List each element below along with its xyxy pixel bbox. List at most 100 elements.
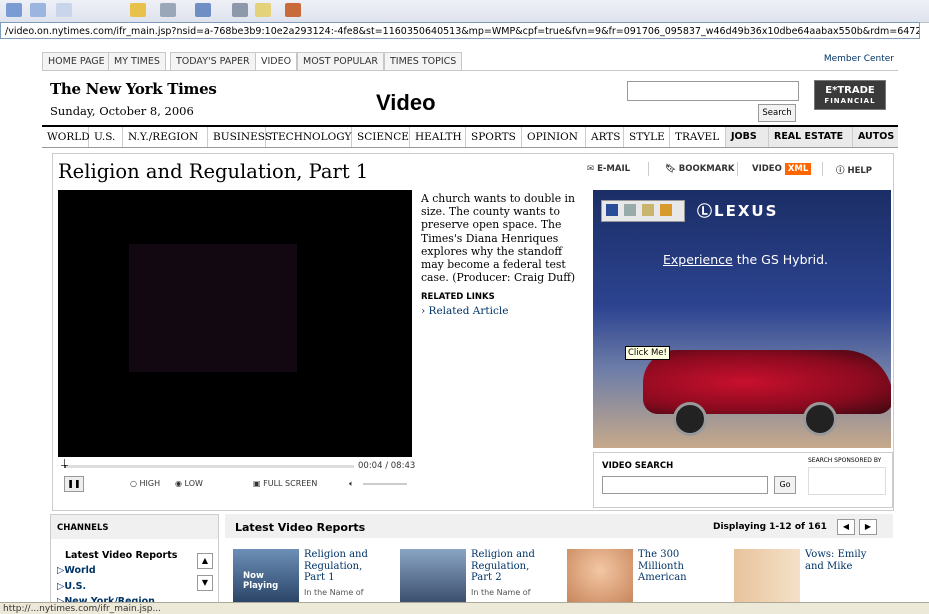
video-xml-tool[interactable]: VIDEO XML [752,163,812,175]
sponsor-box [808,467,886,495]
click-me-tooltip[interactable]: Click Me! [625,346,670,360]
pause-button[interactable]: ❚❚ [64,476,84,492]
tab-home-page[interactable]: HOME PAGE [42,52,111,70]
nav-style[interactable]: STYLE [624,127,670,147]
help-label: HELP [847,166,873,176]
progress-track[interactable] [64,465,354,468]
tab-most-popular[interactable]: MOST POPULAR [297,52,385,70]
tab-video[interactable]: VIDEO [255,52,298,70]
search-button[interactable]: Search [758,104,796,122]
latest-heading: Latest Video Reports [235,521,366,534]
nav-health[interactable]: HEALTH [410,127,466,147]
video-link[interactable]: Religion and Regulation, Part 1 [304,549,379,584]
xml-badge: XML [784,163,812,175]
nav-business[interactable]: BUSINESS [208,127,272,147]
quality-high-radio[interactable]: ○ HIGH [130,479,160,488]
print-icon[interactable] [624,204,636,216]
tab-todays-paper[interactable]: TODAY'S PAPER [170,52,256,70]
lexus-emblem-icon: Ⓛ [697,202,715,220]
video-thumbnail[interactable] [400,549,466,602]
scrubber-handle[interactable]: ⊥ [60,459,69,469]
nav-sports[interactable]: SPORTS [466,127,522,147]
fullscreen-icon: ▣ [253,479,264,488]
bookmark-icon: 🔖︎ [665,164,679,174]
tab-my-times[interactable]: MY TIMES [108,52,166,70]
video-link[interactable]: Religion and Regulation, Part 2 [471,549,546,584]
bookmark-tool[interactable]: 🔖︎ BOOKMARK [665,164,734,174]
lexus-brand: LEXUS [714,202,779,220]
nyt-logo[interactable]: The New York Times [50,80,217,98]
nav-opinion[interactable]: OPINION [522,127,586,147]
quality-low-radio[interactable]: ◉ LOW [175,479,203,488]
now-playing-badge: Now Playing [243,571,279,591]
mail-icon[interactable] [195,3,211,17]
video-subtitle: In the Name of [471,588,531,597]
info-icon[interactable] [660,204,672,216]
refresh-icon[interactable] [56,3,72,17]
scroll-up-button[interactable]: ▲ [197,553,213,569]
nav-autos[interactable]: AUTOS [853,127,898,147]
nav-arts[interactable]: ARTS [586,127,624,147]
etrade-ad[interactable]: E*TRADE FINANCIAL [814,80,886,110]
history-icon[interactable] [160,3,176,17]
lexus-ad[interactable]: ⓁLEXUS Experience the GS Hybrid. Click M… [593,190,891,448]
nav-science[interactable]: SCIENCE [352,127,410,147]
video-link[interactable]: The 300 Millionth American [638,549,708,584]
video-thumbnail[interactable] [567,549,633,602]
email-icon[interactable] [642,204,654,216]
video-label: VIDEO [752,164,782,174]
video-link[interactable]: Vows: Emily and Mike [805,549,875,572]
video-search-box: VIDEO SEARCH Go SEARCH SPONSORED BY [593,452,893,508]
nav-world[interactable]: WORLD [42,127,90,147]
favorites-icon[interactable] [130,3,146,17]
related-article-link[interactable]: › Related Article [421,305,508,317]
nav-us[interactable]: U.S. [89,127,123,147]
video-search-input[interactable] [602,476,768,494]
latest-reports-panel: Latest Video Reports Displaying 1-12 of … [225,514,893,602]
etrade-ad-line1: E*TRADE [825,85,875,96]
email-tool[interactable]: ✉ E-MAIL [587,164,630,174]
nav-real-estate[interactable]: REAL ESTATE [769,127,853,147]
video-time: 00:04 / 08:43 [358,461,416,471]
address-bar[interactable]: /video.on.nytimes.com/ifr_main.jsp?nsid=… [0,22,920,39]
fullscreen-button[interactable]: ▣ FULL SCREEN [253,479,317,488]
bookmark-label: BOOKMARK [678,164,735,174]
email-label: E-MAIL [597,164,631,174]
status-bar: http://...nytimes.com/ifr_main.jsp... [0,602,929,614]
video-player[interactable] [58,190,412,457]
browser-toolbar [0,0,929,23]
prev-page-button[interactable]: ◀ [837,519,855,535]
experience-link[interactable]: Experience [663,252,733,267]
tab-times-topics[interactable]: TIMES TOPICS [384,52,463,70]
nav-travel[interactable]: TRAVEL [670,127,726,147]
messenger-icon[interactable] [285,3,301,17]
volume-slider[interactable] [363,483,407,485]
nav-jobs[interactable]: JOBS [726,127,769,147]
channel-item[interactable]: ▷World [57,565,96,576]
wheel-image [803,402,837,436]
nav-ny-region[interactable]: N.Y./REGION [123,127,208,147]
video-thumbnail[interactable]: Now Playing [233,549,299,602]
video-search-go-button[interactable]: Go [774,476,796,494]
save-icon[interactable] [606,204,618,216]
nav-technology[interactable]: TECHNOLOGY [266,127,352,147]
edit-icon[interactable] [255,3,271,17]
search-sponsored-label: SEARCH SPONSORED BY [808,457,882,464]
scroll-down-button[interactable]: ▼ [197,575,213,591]
member-center-link[interactable]: Member Center [824,54,894,64]
search-input[interactable] [627,81,799,101]
forward-icon[interactable] [30,3,46,17]
help-tool[interactable]: ⓘ HELP [836,164,872,176]
video-subtitle: In the Name of [304,588,364,597]
channel-item[interactable]: ▷U.S. [57,581,86,592]
channel-item[interactable]: Latest Video Reports [65,550,177,561]
video-thumbnail[interactable] [734,549,800,602]
volume-control[interactable]: 🔈︎ [349,479,354,489]
divider [737,162,738,176]
next-page-button[interactable]: ▶ [859,519,877,535]
envelope-icon: ✉ [587,164,598,174]
back-icon[interactable] [6,3,22,17]
divider [648,162,649,176]
etrade-ad-line2: FINANCIAL [824,97,876,105]
print-icon[interactable] [232,3,248,17]
